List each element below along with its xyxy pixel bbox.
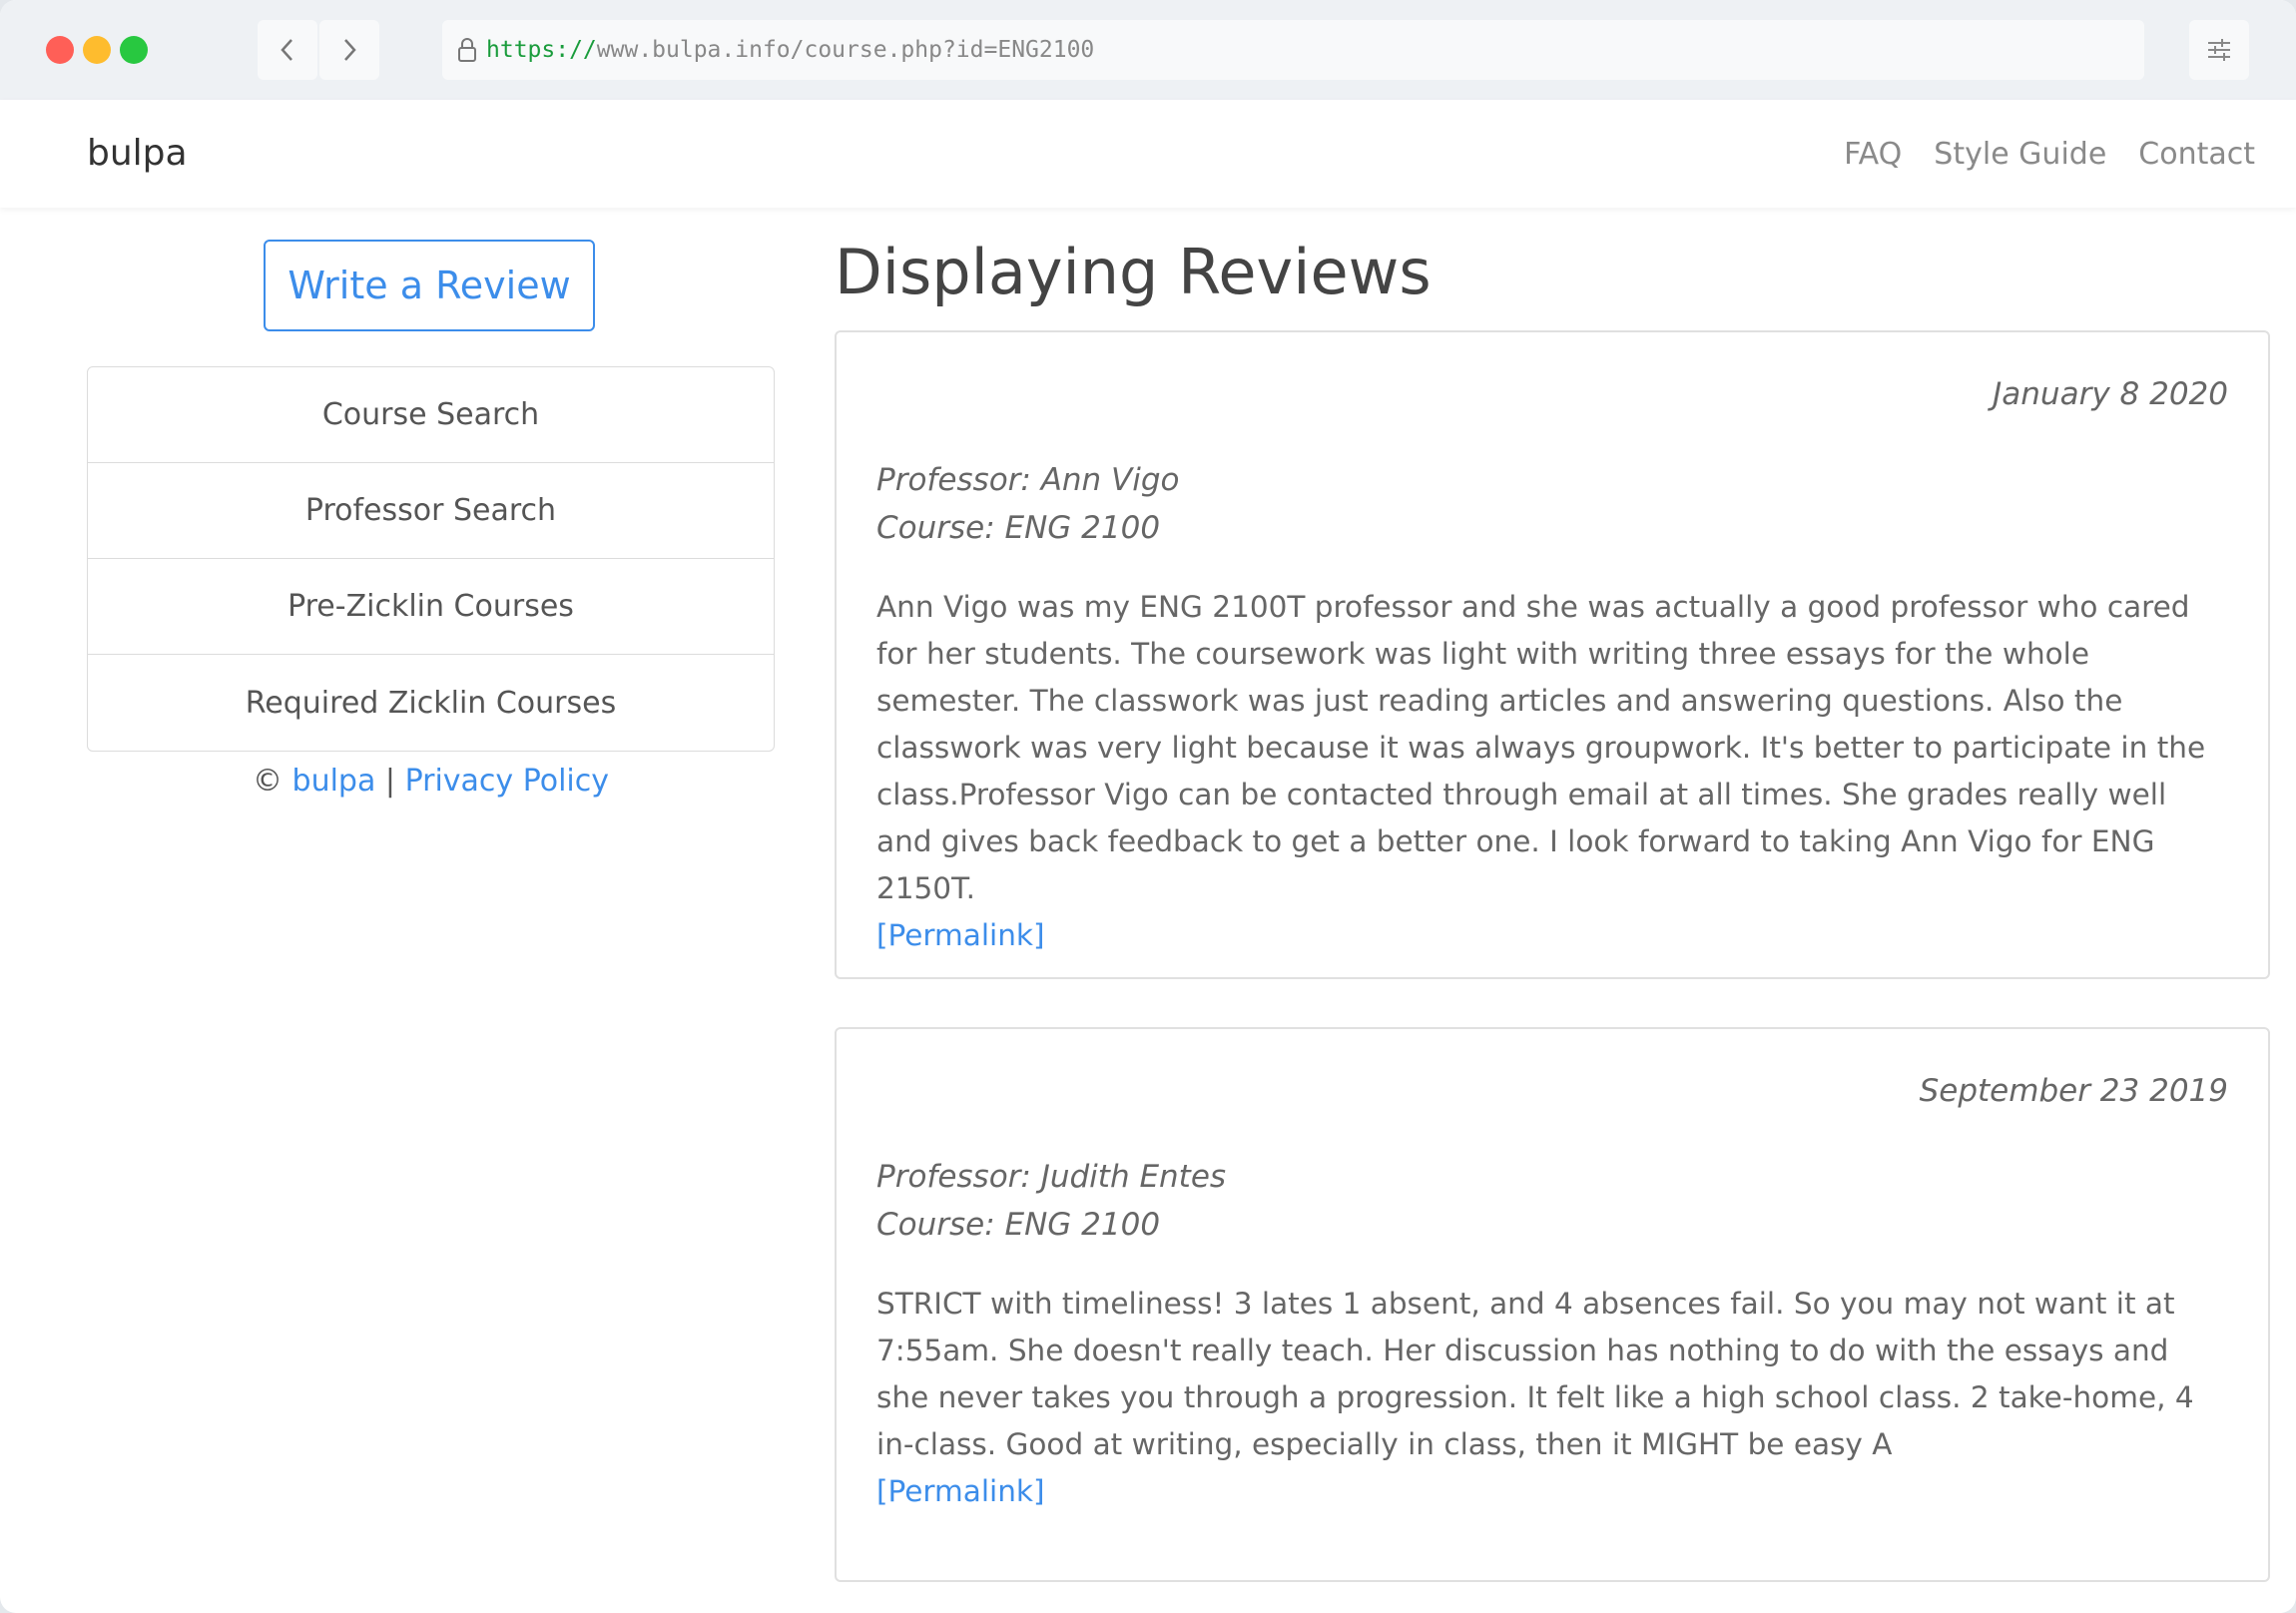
review-meta: Professor: Ann Vigo Course: ENG 2100 bbox=[876, 456, 2228, 552]
chevron-left-icon bbox=[281, 39, 292, 61]
url-path: www.bulpa.info/course.php?id=ENG2100 bbox=[596, 37, 1095, 63]
sidebar-menu: Course Search Professor Search Pre-Zickl… bbox=[87, 366, 775, 752]
review-professor: Professor: Judith Entes bbox=[876, 1159, 1227, 1195]
nav-link-contact[interactable]: Contact bbox=[2138, 137, 2255, 172]
address-bar[interactable]: https://www.bulpa.info/course.php?id=ENG… bbox=[442, 20, 2144, 80]
permalink-link[interactable]: [Permalink] bbox=[876, 1468, 1045, 1515]
brand-logo[interactable]: bulpa bbox=[87, 100, 188, 208]
sliders-icon bbox=[2208, 39, 2230, 61]
site-navbar: bulpa FAQ Style Guide Contact bbox=[0, 100, 2296, 208]
sidebar-item-professor-search[interactable]: Professor Search bbox=[88, 463, 774, 559]
nav-link-style-guide[interactable]: Style Guide bbox=[1934, 137, 2106, 172]
review-date: January 8 2020 bbox=[1993, 376, 2228, 412]
lock-icon bbox=[456, 37, 478, 63]
footer-separator: | bbox=[384, 764, 396, 799]
sidebar-footer: © bulpa | Privacy Policy bbox=[87, 764, 775, 799]
sidebar-item-pre-zicklin-courses[interactable]: Pre-Zicklin Courses bbox=[88, 559, 774, 655]
review-professor: Professor: Ann Vigo bbox=[876, 462, 1180, 498]
review-date: September 23 2019 bbox=[1919, 1073, 2228, 1109]
footer-bulpa-link[interactable]: bulpa bbox=[292, 764, 376, 799]
review-course: Course: ENG 2100 bbox=[876, 1207, 1161, 1243]
sidebar-item-course-search[interactable]: Course Search bbox=[88, 367, 774, 463]
nav-link-faq[interactable]: FAQ bbox=[1844, 137, 1902, 172]
browser-window: https://www.bulpa.info/course.php?id=ENG… bbox=[0, 0, 2296, 1613]
review-course: Course: ENG 2100 bbox=[876, 510, 1161, 546]
privacy-policy-link[interactable]: Privacy Policy bbox=[405, 764, 609, 799]
browser-toolbar: https://www.bulpa.info/course.php?id=ENG… bbox=[0, 0, 2296, 101]
url-text: https://www.bulpa.info/course.php?id=ENG… bbox=[486, 37, 1094, 63]
minimize-window-button[interactable] bbox=[83, 36, 111, 64]
maximize-window-button[interactable] bbox=[120, 36, 148, 64]
nav-links: FAQ Style Guide Contact bbox=[1844, 100, 2255, 208]
back-button[interactable] bbox=[258, 20, 317, 80]
close-window-button[interactable] bbox=[46, 36, 74, 64]
review-text: STRICT with timeliness! 3 lates 1 absent… bbox=[876, 1287, 2194, 1461]
forward-button[interactable] bbox=[319, 20, 379, 80]
sidebar-item-required-zicklin-courses[interactable]: Required Zicklin Courses bbox=[88, 655, 774, 751]
review-text: Ann Vigo was my ENG 2100T professor and … bbox=[876, 590, 2206, 905]
review-card: January 8 2020 Professor: Ann Vigo Cours… bbox=[835, 330, 2270, 979]
settings-button[interactable] bbox=[2189, 20, 2249, 80]
review-meta: Professor: Judith Entes Course: ENG 2100 bbox=[876, 1153, 2228, 1249]
write-review-button[interactable]: Write a Review bbox=[264, 240, 595, 331]
permalink-link[interactable]: [Permalink] bbox=[876, 912, 1045, 959]
copyright-symbol: © bbox=[252, 764, 283, 799]
page-title: Displaying Reviews bbox=[835, 236, 1432, 308]
review-card: September 23 2019 Professor: Judith Ente… bbox=[835, 1027, 2270, 1582]
url-scheme: https:// bbox=[486, 37, 597, 63]
chevron-right-icon bbox=[344, 39, 356, 61]
